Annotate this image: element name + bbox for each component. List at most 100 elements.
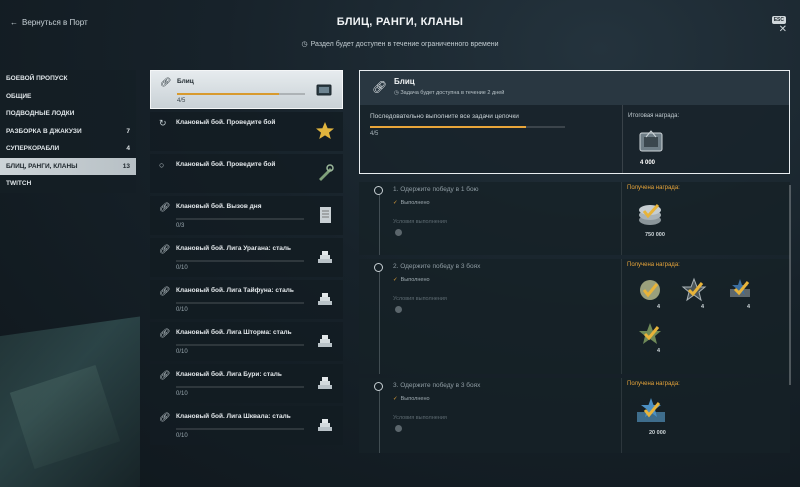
step-status-text: Выполнено	[400, 396, 430, 402]
step-line	[379, 271, 380, 374]
reward-label: Получена награда:	[627, 381, 680, 387]
task-item[interactable]: ↻ Клановый бой. Проведите бой	[150, 112, 343, 151]
availability-notice: ◷ Раздел будет доступен в течение огранич…	[0, 40, 800, 48]
container-reward-icon[interactable]	[636, 127, 666, 157]
task-progress-bar	[177, 93, 305, 95]
detail-title: Блиц	[394, 77, 415, 86]
steel-reward-icon	[318, 377, 332, 389]
task-item[interactable]: 🔗︎ Клановый бой. Лига Шквала: сталь 0/10	[150, 406, 343, 445]
sidebar-item-label: БОЕВОЙ ПРОПУСК	[6, 75, 68, 83]
refresh-icon: ↻	[159, 118, 167, 128]
task-progress-text: 0/3	[176, 223, 185, 229]
reward-label: Получена награда:	[627, 262, 680, 268]
category-sidebar: БОЕВОЙ ПРОПУСК ОБЩИЕ ПОДВОДНЫЕ ЛОДКИ РАЗ…	[0, 70, 136, 193]
task-name: Клановый бой. Лига Тайфуна: сталь	[176, 287, 294, 294]
task-item[interactable]: 🔗︎ Клановый бой. Лига Шторма: сталь 0/10	[150, 322, 343, 361]
task-item[interactable]: 🔗︎ Клановый бой. Вызов дня 0/3	[150, 196, 343, 235]
task-list: 🔗︎ Блиц 4/5 ↻ Клановый бой. Проведите бо…	[150, 70, 343, 457]
credits-reward-icon[interactable]	[635, 200, 665, 228]
step-circle-icon	[374, 186, 383, 195]
task-name: Блиц	[177, 78, 194, 85]
sidebar-item-general[interactable]: ОБЩИЕ	[0, 87, 136, 105]
detail-header: 🔗︎ Блиц ◷ Задача будет доступна в течени…	[359, 70, 790, 174]
esc-badge: ESC	[771, 16, 786, 24]
detail-subtitle-text: Задача будет доступна в течение 2 дней	[400, 90, 505, 96]
sidebar-item-count: 4	[126, 145, 130, 153]
reward-count: 4	[657, 348, 661, 354]
task-progress-bar	[176, 260, 304, 262]
chain-step: 3. Одержите победу в 3 боях ✓ Выполнено У…	[359, 378, 790, 453]
economy-signal-reward-icon[interactable]	[727, 277, 753, 303]
chain-step: 1. Одержите победу в 1 бою ✓ Выполнено Ус…	[359, 182, 790, 255]
check-icon: ✓	[393, 396, 398, 402]
steel-reward-icon	[318, 251, 332, 263]
step-conditions-link[interactable]: Условия выполнения	[393, 415, 447, 421]
task-item-blitz[interactable]: 🔗︎ Блиц 4/5	[150, 70, 343, 109]
detail-subtitle: ◷ Задача будет доступна в течение 2 дней	[394, 90, 505, 96]
link-icon: 🔗︎	[160, 77, 172, 87]
task-progress-bar	[176, 218, 304, 220]
step-title: 2. Одержите победу в 3 боях	[393, 263, 481, 270]
reward-count: 4	[747, 304, 751, 310]
sidebar-item-twitch[interactable]: TWITCH	[0, 175, 136, 193]
sidebar-item-supership[interactable]: СУПЕРКОРАБЛИ 4	[0, 140, 136, 158]
task-progress-bar	[176, 428, 304, 430]
dot-icon: ○	[159, 160, 165, 170]
link-icon: 🔗︎	[372, 80, 388, 94]
reward-value: 750 000	[645, 232, 665, 238]
step-line	[379, 390, 380, 453]
step-conditions-link[interactable]: Условия выполнения	[393, 219, 447, 225]
task-name: Клановый бой. Лига Бури: сталь	[176, 371, 282, 378]
reward-count: 4	[657, 304, 661, 310]
task-name: Клановый бой. Лига Урагана: сталь	[176, 245, 291, 252]
step-status: ✓ Выполнено	[393, 396, 430, 402]
chain-step: 2. Одержите победу в 3 боях ✓ Выполнено У…	[359, 259, 790, 374]
steel-reward-icon	[318, 293, 332, 305]
step-status: ✓ Выполнено	[393, 277, 430, 283]
signal-flag-reward-icon[interactable]	[681, 277, 707, 303]
sidebar-item-label: ОБЩИЕ	[6, 92, 32, 100]
task-progress-text: 0/10	[176, 307, 188, 313]
task-name: Клановый бой. Лига Шквала: сталь	[176, 413, 291, 420]
link-icon: 🔗︎	[159, 286, 171, 296]
task-name: Клановый бой. Вызов дня	[176, 203, 262, 210]
link-icon: 🔗︎	[159, 202, 171, 212]
task-item[interactable]: 🔗︎ Клановый бой. Лига Тайфуна: сталь 0/1…	[150, 280, 343, 319]
sidebar-item-jacuzzi[interactable]: РАЗБОРКА В ДЖАКУЗИ 7	[0, 122, 136, 140]
task-progress-text: 0/10	[176, 433, 188, 439]
sidebar-item-count: 13	[122, 162, 130, 170]
divider	[622, 105, 623, 173]
free-xp-reward-icon[interactable]	[635, 396, 667, 426]
step-status-text: Выполнено	[400, 277, 430, 283]
sidebar-item-blitz-ranks-clans[interactable]: БЛИЦ, РАНГИ, КЛАНЫ 13	[0, 157, 136, 175]
sidebar-item-battle-pass[interactable]: БОЕВОЙ ПРОПУСК	[0, 70, 136, 88]
sidebar-item-label: СУПЕРКОРАБЛИ	[6, 145, 60, 153]
task-progress-text: 0/10	[176, 265, 188, 271]
camouflage-reward-icon[interactable]	[637, 277, 663, 303]
task-item[interactable]: 🔗︎ Клановый бой. Лига Урагана: сталь 0/1…	[150, 238, 343, 277]
task-item[interactable]: ○ Клановый бой. Проведите бой	[150, 154, 343, 193]
task-item[interactable]: 🔗︎ Клановый бой. Лига Бури: сталь 0/10	[150, 364, 343, 403]
wrench-reward-icon	[319, 164, 334, 181]
sidebar-item-submarines[interactable]: ПОДВОДНЫЕ ЛОДКИ	[0, 105, 136, 123]
sidebar-item-count: 7	[126, 127, 130, 135]
steel-reward-icon	[318, 335, 332, 347]
step-status-text: Выполнено	[400, 200, 430, 206]
sidebar-item-label: TWITCH	[6, 180, 32, 188]
task-progress-text: 4/5	[177, 98, 186, 104]
close-icon[interactable]: ✕	[779, 24, 787, 35]
camouflage-reward-icon[interactable]	[637, 321, 663, 347]
step-line	[379, 194, 380, 255]
clock-icon: ◷	[301, 41, 308, 48]
task-name: Клановый бой. Проведите бой	[176, 119, 276, 126]
step-title: 1. Одержите победу в 1 бою	[393, 186, 479, 193]
page-title: БЛИЦ, РАНГИ, КЛАНЫ	[336, 16, 464, 28]
reward-value: 20 000	[649, 430, 666, 436]
star-reward-icon	[316, 122, 334, 139]
detail-scrollbar[interactable]	[789, 185, 791, 385]
task-name: Клановый бой. Проведите бой	[176, 161, 276, 168]
chain-steps: 1. Одержите победу в 1 бою ✓ Выполнено Ус…	[359, 182, 790, 453]
check-icon: ✓	[393, 277, 398, 283]
task-detail-panel: 🔗︎ Блиц ◷ Задача будет доступна в течени…	[359, 70, 790, 457]
step-conditions-link[interactable]: Условия выполнения	[393, 296, 447, 302]
